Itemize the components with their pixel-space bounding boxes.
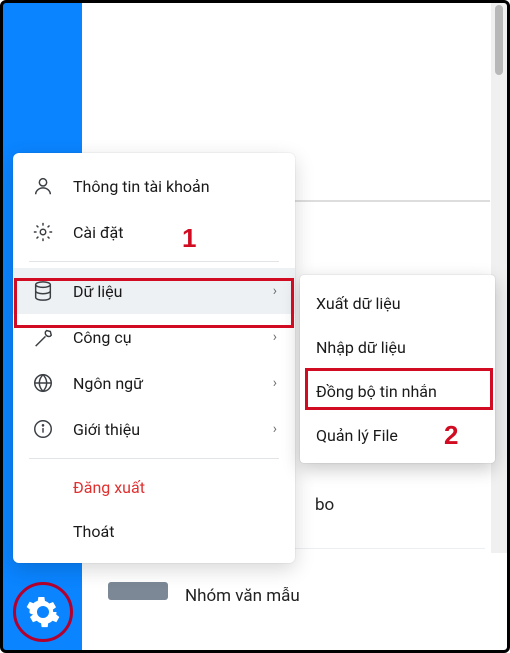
chevron-right-icon: ›: [273, 375, 277, 391]
menu-label: Ngôn ngữ: [73, 374, 267, 393]
menu-item-settings[interactable]: Cài đặt: [13, 209, 295, 255]
menu-label: Thông tin tài khoản: [73, 177, 277, 196]
menu-item-data[interactable]: Dữ liệu ›: [13, 268, 295, 314]
menu-item-exit[interactable]: Thoát: [13, 509, 295, 553]
menu-label: Giới thiệu: [73, 420, 267, 439]
chevron-right-icon: ›: [273, 329, 277, 345]
menu-item-tools[interactable]: Công cụ ›: [13, 314, 295, 360]
menu-label: Thoát: [73, 522, 114, 541]
menu-item-logout[interactable]: Đăng xuất: [13, 465, 295, 509]
submenu-label: Nhập dữ liệu: [316, 338, 406, 357]
submenu-item-import[interactable]: Nhập dữ liệu: [300, 325, 495, 369]
settings-menu: Thông tin tài khoản Cài đặt Dữ liệu › Cô…: [13, 153, 295, 563]
menu-label: Công cụ: [73, 328, 267, 347]
data-submenu: Xuất dữ liệu Nhập dữ liệu Đồng bộ tin nh…: [300, 275, 495, 463]
gear-icon: [31, 220, 55, 244]
wrench-icon: [31, 325, 55, 349]
submenu-item-files[interactable]: Quản lý File: [300, 413, 495, 457]
database-icon: [31, 279, 55, 303]
menu-item-language[interactable]: Ngôn ngữ ›: [13, 360, 295, 406]
scrollbar-thumb[interactable]: [495, 5, 503, 75]
info-icon: [31, 417, 55, 441]
user-icon: [31, 174, 55, 198]
menu-separator: [29, 261, 279, 262]
gear-icon: [25, 594, 61, 630]
menu-separator: [29, 458, 279, 459]
menu-item-about[interactable]: Giới thiệu ›: [13, 406, 295, 452]
menu-label: Dữ liệu: [73, 282, 267, 301]
submenu-label: Đồng bộ tin nhắn: [316, 382, 437, 401]
submenu-item-export[interactable]: Xuất dữ liệu: [300, 281, 495, 325]
settings-gear-button[interactable]: [13, 582, 73, 642]
submenu-label: Xuất dữ liệu: [316, 294, 401, 313]
chevron-right-icon: ›: [273, 283, 277, 299]
bg-text-fragment: bo: [315, 495, 334, 515]
submenu-label: Quản lý File: [316, 426, 398, 445]
globe-icon: [31, 371, 55, 395]
submenu-item-sync[interactable]: Đồng bộ tin nhắn: [300, 369, 495, 413]
bg-text-fragment: Nhóm văn mẫu: [185, 586, 300, 606]
chevron-right-icon: ›: [273, 421, 277, 437]
menu-label: Cài đặt: [73, 223, 277, 242]
menu-label: Đăng xuất: [73, 478, 145, 497]
menu-item-account[interactable]: Thông tin tài khoản: [13, 163, 295, 209]
